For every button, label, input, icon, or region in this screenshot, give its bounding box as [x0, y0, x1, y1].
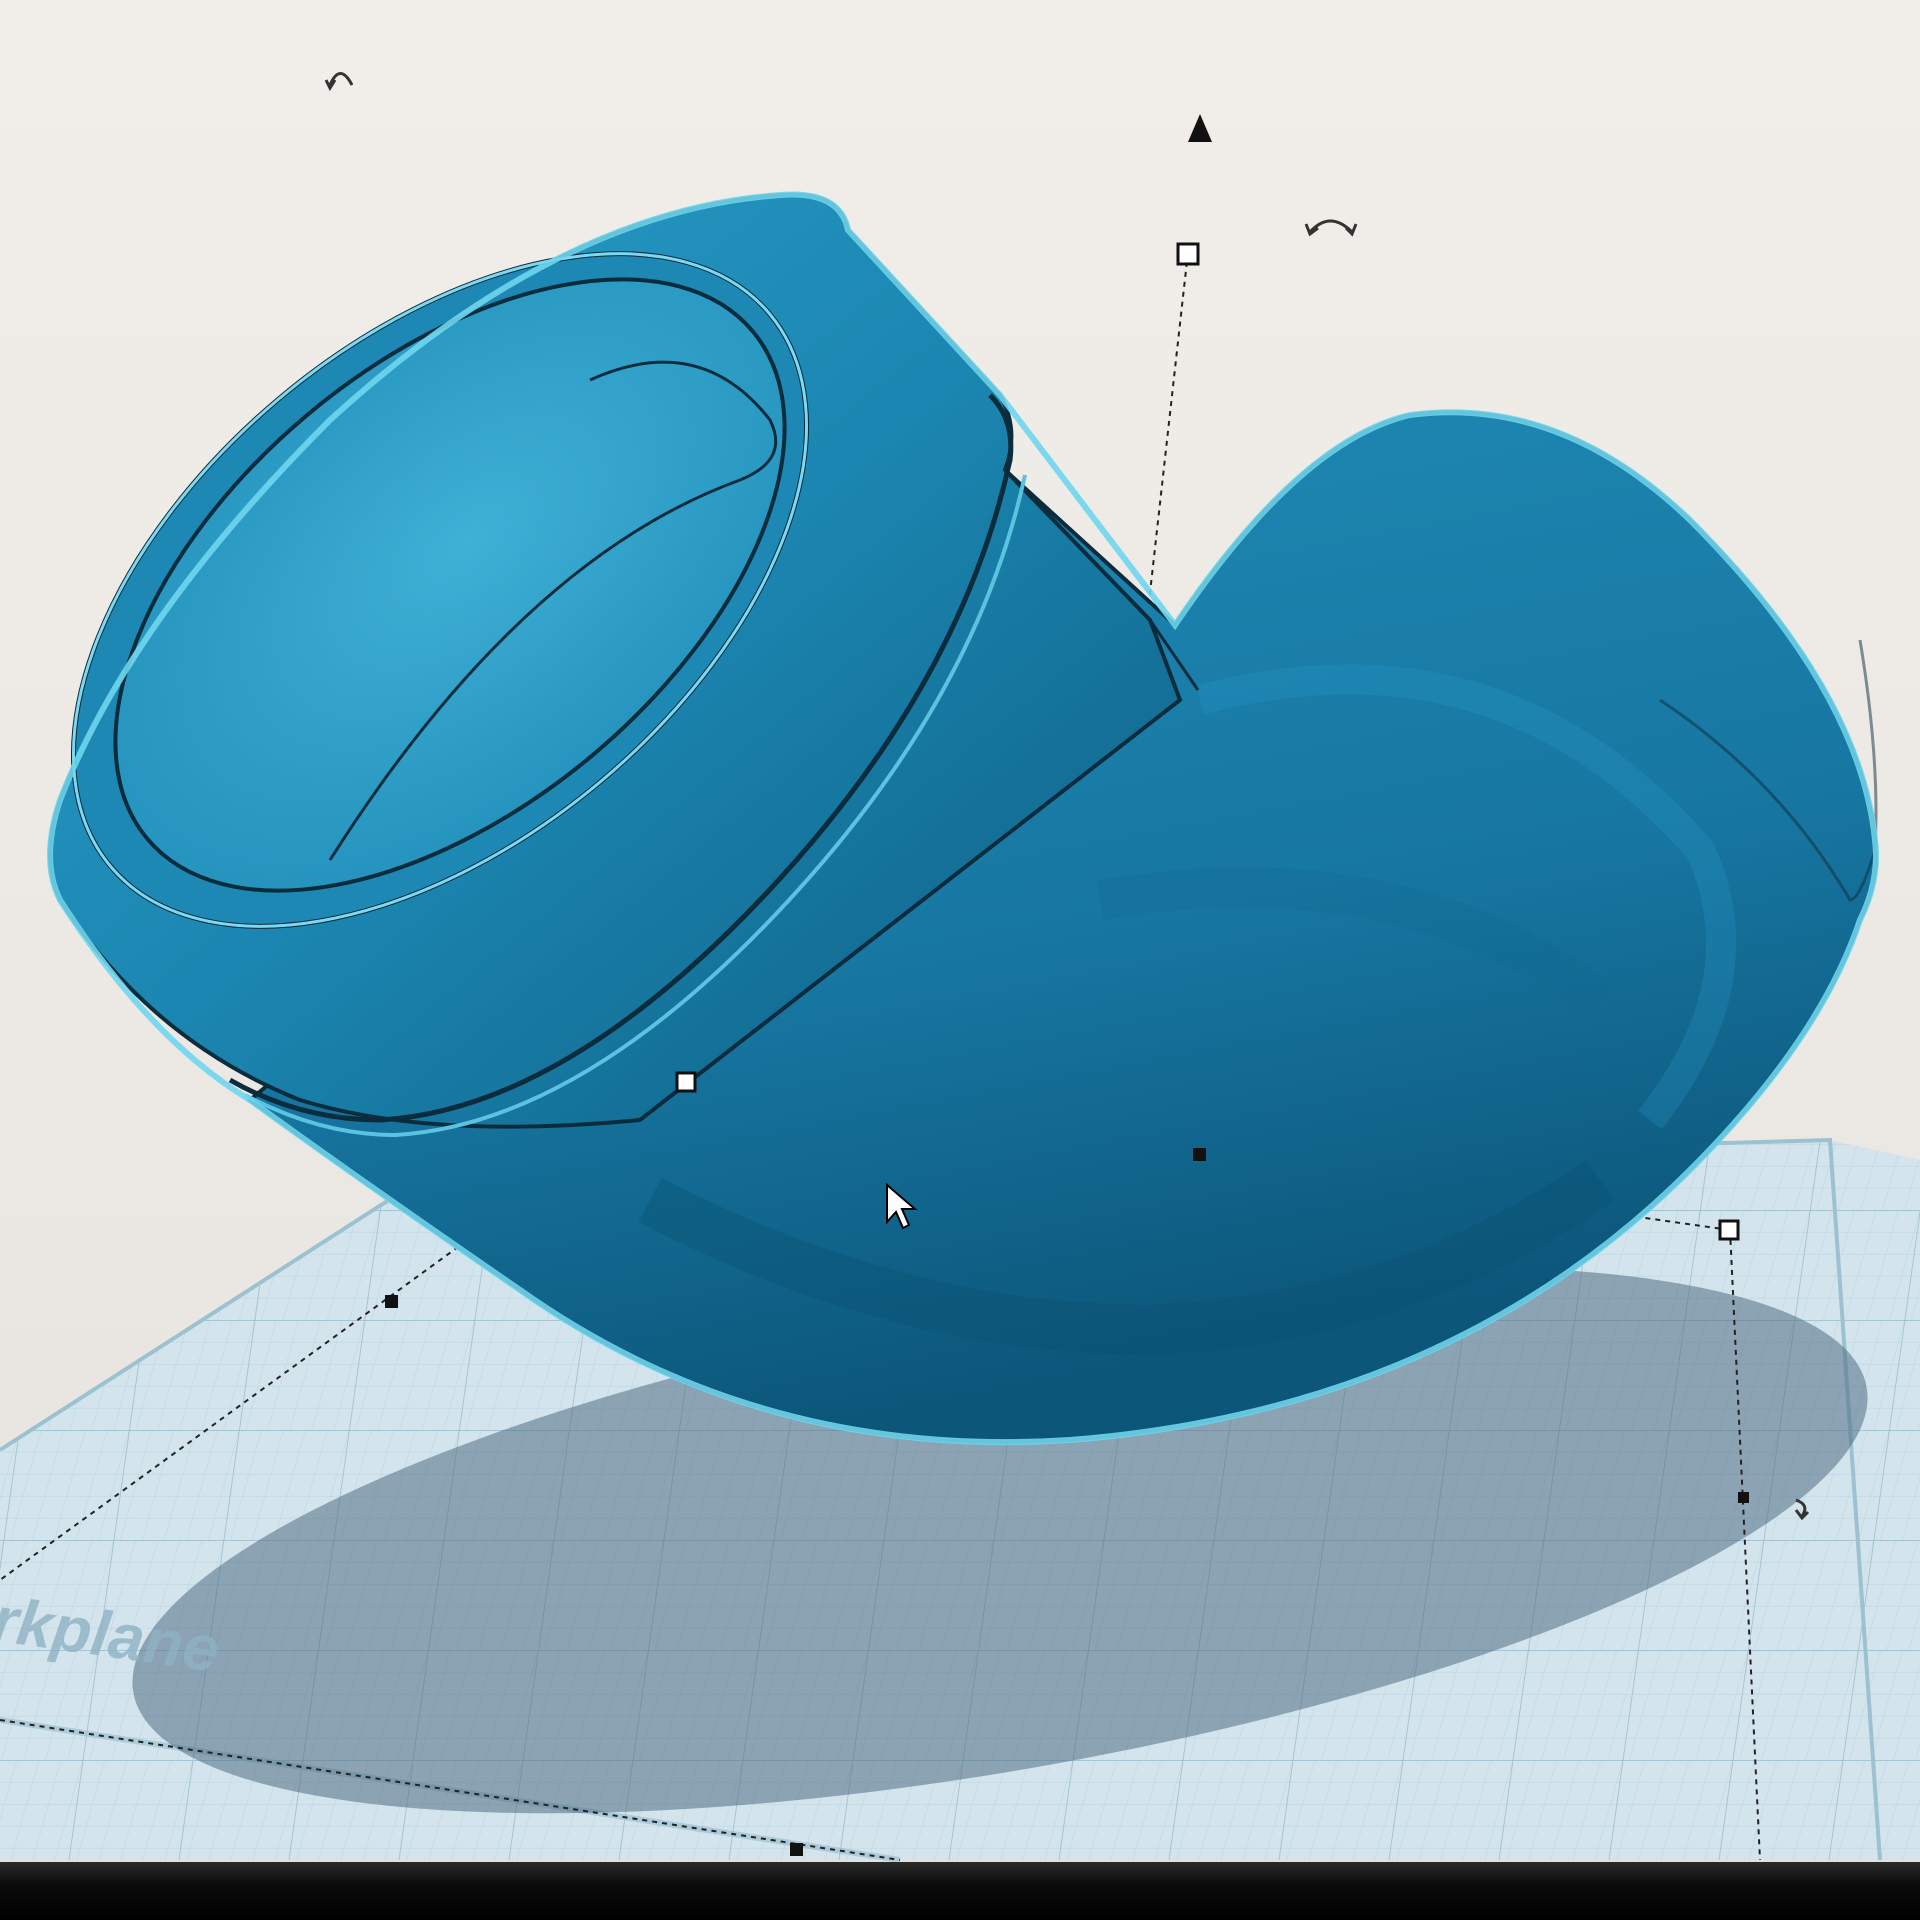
- corner-handle-right[interactable]: [1718, 1219, 1740, 1241]
- rotate-arc-icon[interactable]: [1304, 219, 1358, 237]
- edge-handle-left[interactable]: [385, 1295, 398, 1308]
- 3d-viewport[interactable]: rkplane: [0, 0, 1920, 1920]
- corner-handle-front[interactable]: [675, 1071, 697, 1093]
- height-handle[interactable]: [1176, 242, 1200, 266]
- cone-arrow-icon[interactable]: [1188, 114, 1212, 142]
- edge-handle-mid[interactable]: [1193, 1148, 1206, 1161]
- edge-handle-bottom[interactable]: [790, 1843, 803, 1856]
- rotate-arc-icon[interactable]: [324, 72, 354, 92]
- monitor-bezel: [0, 1862, 1920, 1920]
- edge-handle-right[interactable]: [1738, 1492, 1749, 1503]
